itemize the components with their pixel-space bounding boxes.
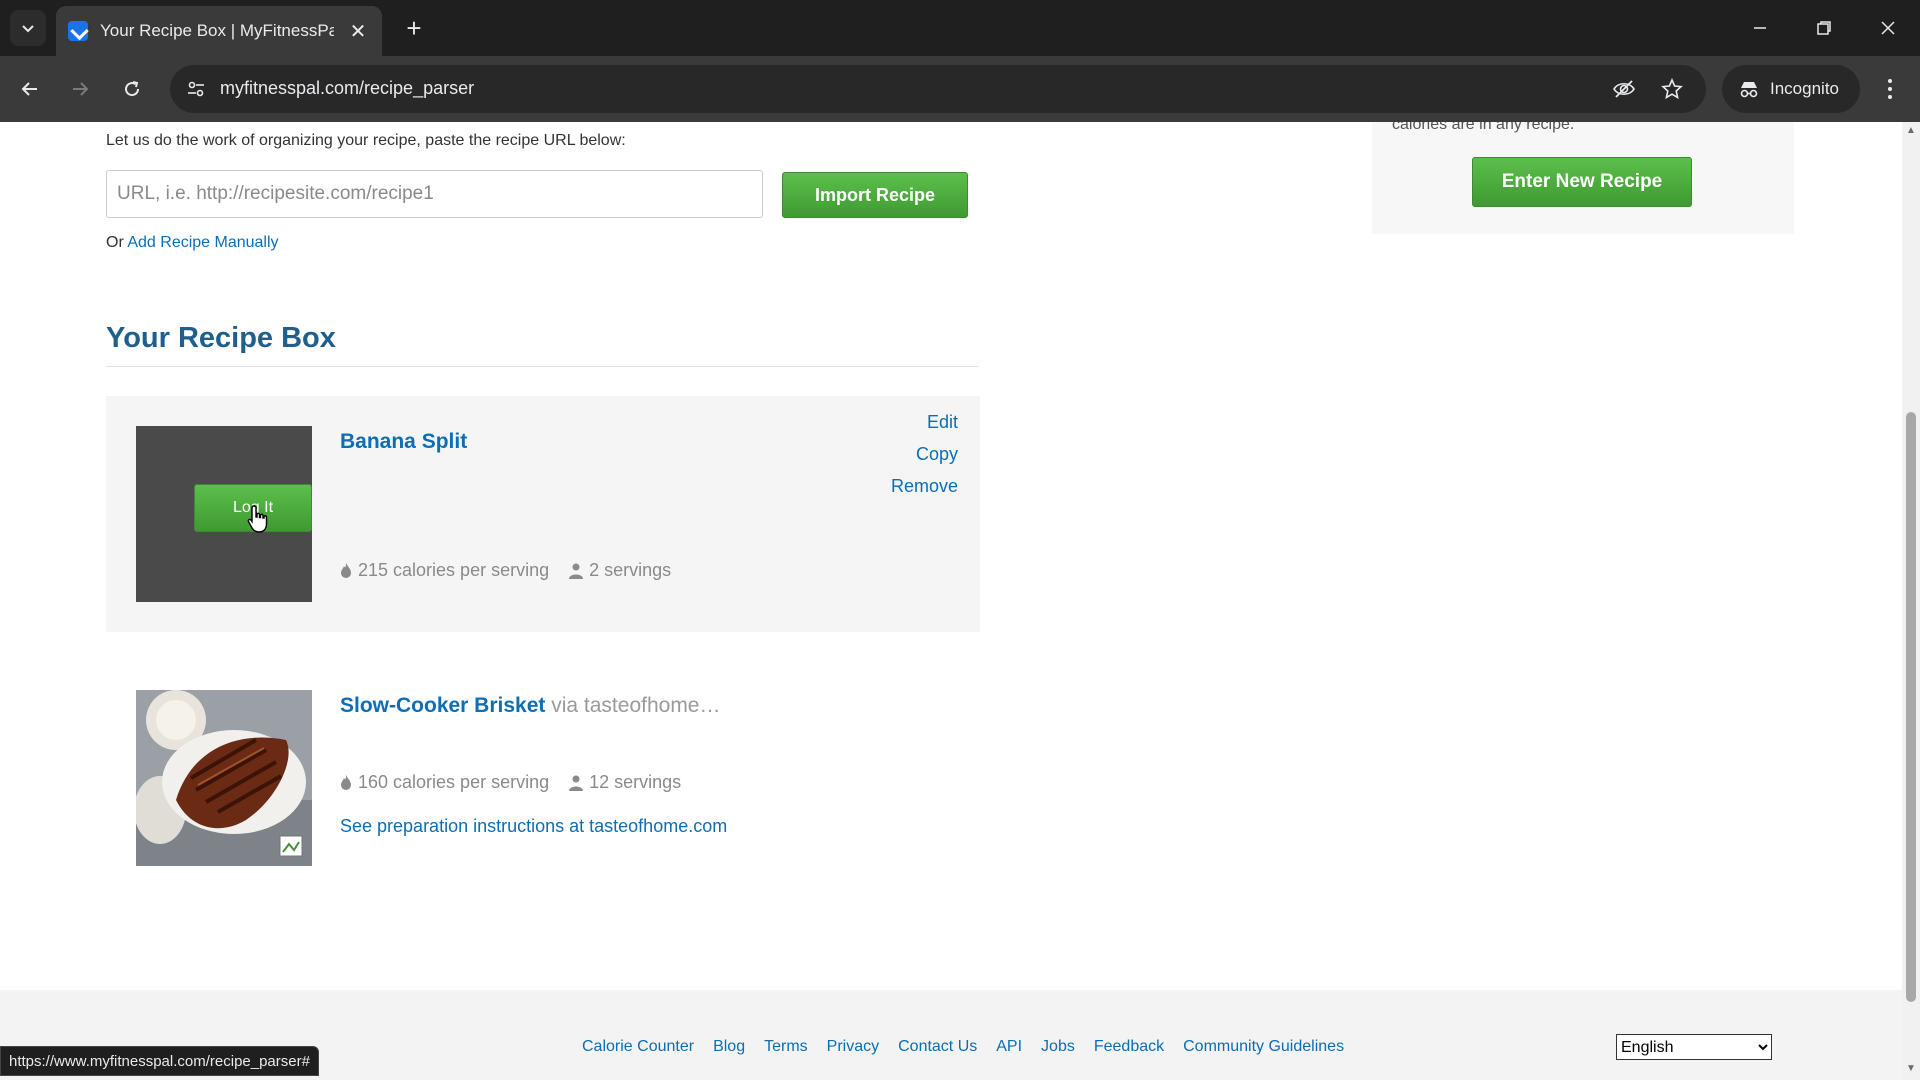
recipe-card-banana-split: Log It Banana Split Edit Copy Remove 215…	[106, 396, 980, 632]
scroll-down-arrow-icon[interactable]: ▼	[1906, 1064, 1916, 1074]
browser-tabstrip: Your Recipe Box | MyFitnessPal ✕ +	[0, 0, 1920, 56]
footer-link-terms[interactable]: Terms	[764, 1038, 808, 1056]
recipe-photo[interactable]	[136, 690, 312, 866]
restore-window-button[interactable]	[1792, 0, 1856, 56]
footer-link-jobs[interactable]: Jobs	[1041, 1038, 1075, 1056]
more-vertical-icon	[1888, 79, 1892, 99]
calories-per-serving: 215 calories per serving	[358, 560, 550, 580]
scrollbar-thumb[interactable]	[1906, 412, 1916, 1002]
import-instructions: Let us do the work of organizing your re…	[106, 132, 626, 149]
section-divider	[106, 366, 978, 367]
incognito-indicator[interactable]: Incognito	[1722, 65, 1860, 113]
footer-link-api[interactable]: API	[996, 1038, 1022, 1056]
minimize-window-button[interactable]	[1728, 0, 1792, 56]
footer-link-calorie-counter[interactable]: Calorie Counter	[582, 1038, 694, 1056]
footer-link-community-guidelines[interactable]: Community Guidelines	[1183, 1038, 1344, 1056]
servings-count: 12 servings	[589, 772, 682, 792]
person-icon	[569, 563, 584, 579]
remove-recipe-link[interactable]: Remove	[891, 470, 958, 502]
browser-toolbar: myfitnesspal.com/recipe_parser Incognito	[0, 56, 1920, 122]
page-scrollbar[interactable]: ▲ ▼	[1902, 122, 1920, 1080]
recipe-url-input[interactable]	[106, 170, 763, 218]
flame-icon	[341, 774, 351, 790]
star-icon	[1661, 78, 1683, 100]
eye-off-icon	[1613, 80, 1635, 98]
recipe-meta: 215 calories per serving 2 servings	[340, 560, 671, 581]
recipe-card-slow-cooker-brisket: Slow-Cooker Brisket via tasteofhome… 160…	[106, 660, 980, 896]
reload-icon	[125, 81, 140, 97]
myfitnesspal-favicon-icon	[68, 21, 88, 41]
footer-link-blog[interactable]: Blog	[713, 1038, 745, 1056]
tracking-protection-button[interactable]	[1610, 75, 1638, 103]
hand-pointer-icon	[247, 505, 268, 533]
chevron-down-icon	[22, 25, 34, 33]
address-bar[interactable]: myfitnesspal.com/recipe_parser	[170, 65, 1706, 113]
address-url[interactable]: myfitnesspal.com/recipe_parser	[220, 78, 474, 99]
enter-new-recipe-button[interactable]: Enter New Recipe	[1472, 157, 1692, 207]
new-recipe-panel-text: calories are in any recipe.	[1392, 122, 1575, 133]
edit-recipe-link[interactable]: Edit	[891, 406, 958, 438]
recipe-title-link[interactable]: Slow-Cooker Brisket	[340, 694, 545, 717]
tune-icon	[188, 81, 204, 97]
close-window-button[interactable]	[1856, 0, 1920, 56]
copy-recipe-link[interactable]: Copy	[891, 438, 958, 470]
bookmark-button[interactable]	[1658, 75, 1686, 103]
tab-search-button[interactable]	[10, 10, 46, 46]
minimize-icon	[1754, 27, 1766, 29]
language-select[interactable]: English	[1616, 1034, 1772, 1060]
brisket-photo-illustration	[136, 690, 312, 866]
footer-links: Calorie Counter Blog Terms Privacy Conta…	[582, 1038, 1363, 1056]
new-tab-button[interactable]: +	[396, 10, 432, 46]
link-status-bubble: https://www.myfitnesspal.com/recipe_pars…	[0, 1046, 319, 1076]
recipe-meta: 160 calories per serving 12 servings	[340, 772, 681, 793]
recipe-title-link[interactable]: Banana Split	[340, 430, 467, 454]
incognito-icon	[1740, 82, 1758, 98]
footer-link-contact-us[interactable]: Contact Us	[898, 1038, 977, 1056]
close-tab-icon[interactable]: ✕	[346, 19, 370, 44]
servings-count: 2 servings	[589, 560, 672, 580]
scroll-up-arrow-icon[interactable]: ▲	[1906, 126, 1916, 136]
incognito-label: Incognito	[1770, 79, 1839, 98]
preparation-instructions-link[interactable]: See preparation instructions at tasteofh…	[340, 816, 727, 837]
flame-icon	[341, 562, 351, 578]
person-icon	[569, 775, 584, 791]
close-icon	[1881, 21, 1895, 35]
tab-title: Your Recipe Box | MyFitnessPal	[100, 21, 334, 40]
forward-button[interactable]	[60, 69, 100, 109]
reload-button[interactable]	[112, 69, 152, 109]
add-manually-line: Or Add Recipe Manually	[106, 234, 279, 252]
page-content: Let us do the work of organizing your re…	[0, 122, 1902, 1080]
recipe-box-title: Your Recipe Box	[106, 322, 336, 354]
browser-menu-button[interactable]	[1872, 69, 1908, 109]
recipe-title-line: Slow-Cooker Brisket via tasteofhome…	[340, 694, 721, 718]
arrow-left-icon	[21, 82, 37, 96]
arrow-right-icon	[73, 82, 89, 96]
footer-link-privacy[interactable]: Privacy	[827, 1038, 879, 1056]
browser-tab-active[interactable]: Your Recipe Box | MyFitnessPal ✕	[56, 6, 382, 56]
add-recipe-manually-link[interactable]: Add Recipe Manually	[127, 234, 278, 251]
recipe-source: via tasteofhome…	[551, 694, 721, 717]
recipe-actions: Edit Copy Remove	[891, 406, 958, 502]
or-text: Or	[106, 234, 124, 251]
import-recipe-button[interactable]: Import Recipe	[782, 172, 968, 218]
site-info-button[interactable]	[180, 73, 212, 105]
back-button[interactable]	[10, 69, 50, 109]
footer-link-feedback[interactable]: Feedback	[1094, 1038, 1164, 1056]
calories-per-serving: 160 calories per serving	[358, 772, 550, 792]
recipe-thumbnail-placeholder: Log It	[136, 426, 312, 602]
restore-icon	[1817, 21, 1831, 35]
